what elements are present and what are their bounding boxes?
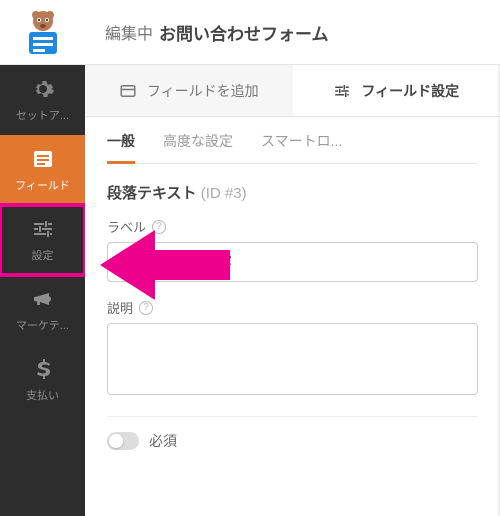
left-sidebar: セットア... フィールド 設定 マーケテ... 支払い	[0, 0, 85, 516]
field-label-text: 説明	[107, 298, 133, 317]
nav-marketing[interactable]: マーケテ...	[0, 275, 85, 345]
nav-fields[interactable]: フィールド	[0, 135, 85, 205]
nav-label: 支払い	[26, 387, 59, 403]
tab-add-field[interactable]: フィールドを追加	[85, 65, 293, 116]
nav-label: 設定	[32, 247, 54, 263]
main-panel: 編集中 お問い合わせフォーム フィールドを追加 フィールド設定 一般 高度な設定…	[85, 0, 500, 516]
label-input[interactable]	[107, 242, 478, 282]
required-toggle[interactable]	[107, 432, 139, 450]
builder-header: 編集中 お問い合わせフォーム	[85, 0, 500, 65]
row-description: 説明 ?	[107, 298, 478, 400]
subtab-smart-logic[interactable]: スマートロ...	[261, 131, 342, 163]
wpforms-logo-icon	[19, 8, 67, 56]
nav-label: フィールド	[15, 177, 70, 193]
tab-field-settings[interactable]: フィールド設定	[293, 65, 500, 116]
subtab-general[interactable]: 一般	[107, 131, 135, 164]
nav-setup[interactable]: セットア...	[0, 65, 85, 135]
description-input[interactable]	[107, 323, 478, 395]
settings-panel: 一般 高度な設定 スマートロ... 段落テキスト (ID #3) ラベル ? 説…	[85, 117, 500, 516]
grid-plus-icon	[119, 82, 137, 100]
gear-icon	[31, 77, 55, 101]
list-icon	[31, 147, 55, 171]
field-type-id: (ID #3)	[201, 185, 247, 202]
help-icon[interactable]: ?	[139, 301, 153, 315]
logo-container	[0, 0, 85, 65]
nav-label: セットア...	[16, 107, 69, 123]
nav-label: マーケテ...	[16, 317, 69, 333]
nav-settings[interactable]: 設定	[0, 205, 85, 275]
row-label: ラベル ?	[107, 217, 478, 282]
help-icon[interactable]: ?	[152, 220, 166, 234]
tab-label: フィールド設定	[361, 81, 459, 101]
field-type-heading: 段落テキスト (ID #3)	[107, 164, 478, 217]
required-row: 必須	[107, 416, 478, 451]
tab-label: フィールドを追加	[147, 81, 259, 101]
sub-tabs: 一般 高度な設定 スマートロ...	[107, 117, 478, 164]
sliders-icon	[31, 217, 55, 241]
sliders-icon	[333, 82, 351, 100]
form-title: お問い合わせフォーム	[159, 20, 329, 45]
top-tabs: フィールドを追加 フィールド設定	[85, 65, 500, 117]
app-root: セットア... フィールド 設定 マーケテ... 支払い 編集中 お問い合わせフ…	[0, 0, 500, 516]
header-prefix: 編集中	[105, 20, 153, 44]
dollar-icon	[31, 357, 55, 381]
field-type-name: 段落テキスト	[107, 185, 197, 202]
bullhorn-icon	[31, 287, 55, 311]
subtab-advanced[interactable]: 高度な設定	[163, 131, 233, 163]
required-label: 必須	[149, 431, 177, 451]
field-label-text: ラベル	[107, 217, 146, 236]
nav-payments[interactable]: 支払い	[0, 345, 85, 415]
